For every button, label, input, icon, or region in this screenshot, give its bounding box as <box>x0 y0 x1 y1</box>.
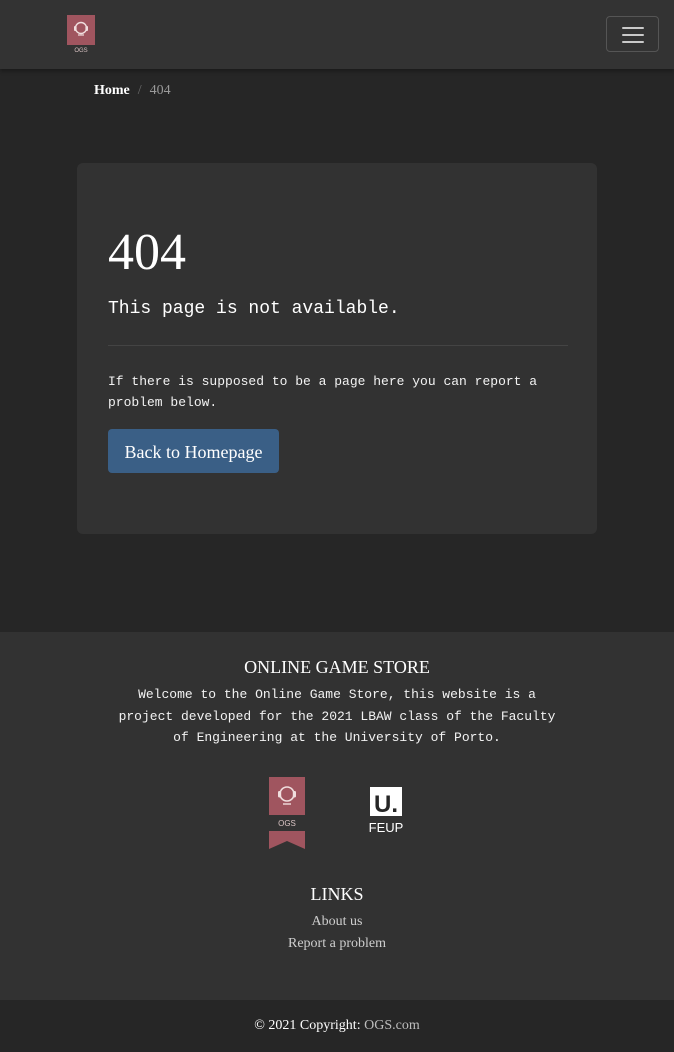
error-note: If there is supposed to be a page here y… <box>108 374 538 410</box>
svg-text:U.: U. <box>374 791 398 818</box>
breadcrumb-separator: / <box>137 83 142 98</box>
svg-text:OGS: OGS <box>74 48 87 54</box>
breadcrumb-home-link[interactable]: Home <box>94 83 130 98</box>
report-problem-link[interactable]: Report a problem <box>0 936 674 952</box>
hamburger-icon <box>622 34 644 36</box>
navbar: OGS <box>0 0 674 69</box>
error-card: 404 This page is not available. If there… <box>77 163 597 534</box>
breadcrumb-current: 404 <box>149 83 171 98</box>
ogs-logo[interactable]: OGS <box>67 15 95 54</box>
svg-text:FEUP: FEUP <box>369 820 404 835</box>
footer: ONLINE GAME STORE Welcome to the Online … <box>0 632 674 1000</box>
hamburger-icon <box>622 27 644 29</box>
divider <box>108 345 568 346</box>
feup-logo: U. FEUP <box>369 787 404 835</box>
error-message: This page is not available. <box>108 299 400 319</box>
footer-description: Welcome to the Online Game Store, this w… <box>118 687 556 745</box>
back-to-homepage-button[interactable]: Back to Homepage <box>108 429 279 473</box>
error-code: 404 <box>108 224 186 281</box>
menu-toggle-button[interactable] <box>606 16 659 52</box>
ogs-logo: OGS <box>269 777 305 849</box>
site-link[interactable]: OGS.com <box>364 1018 420 1033</box>
hamburger-icon <box>622 41 644 43</box>
footer-title: ONLINE GAME STORE <box>244 657 430 677</box>
links-title: LINKS <box>310 884 364 904</box>
copyright-bar: © 2021 Copyright: OGS.com <box>0 1000 674 1052</box>
copyright-text: © 2021 Copyright: <box>254 1018 361 1033</box>
about-us-link[interactable]: About us <box>0 914 674 930</box>
breadcrumb: Home / 404 <box>94 83 171 99</box>
svg-text:OGS: OGS <box>278 819 296 828</box>
